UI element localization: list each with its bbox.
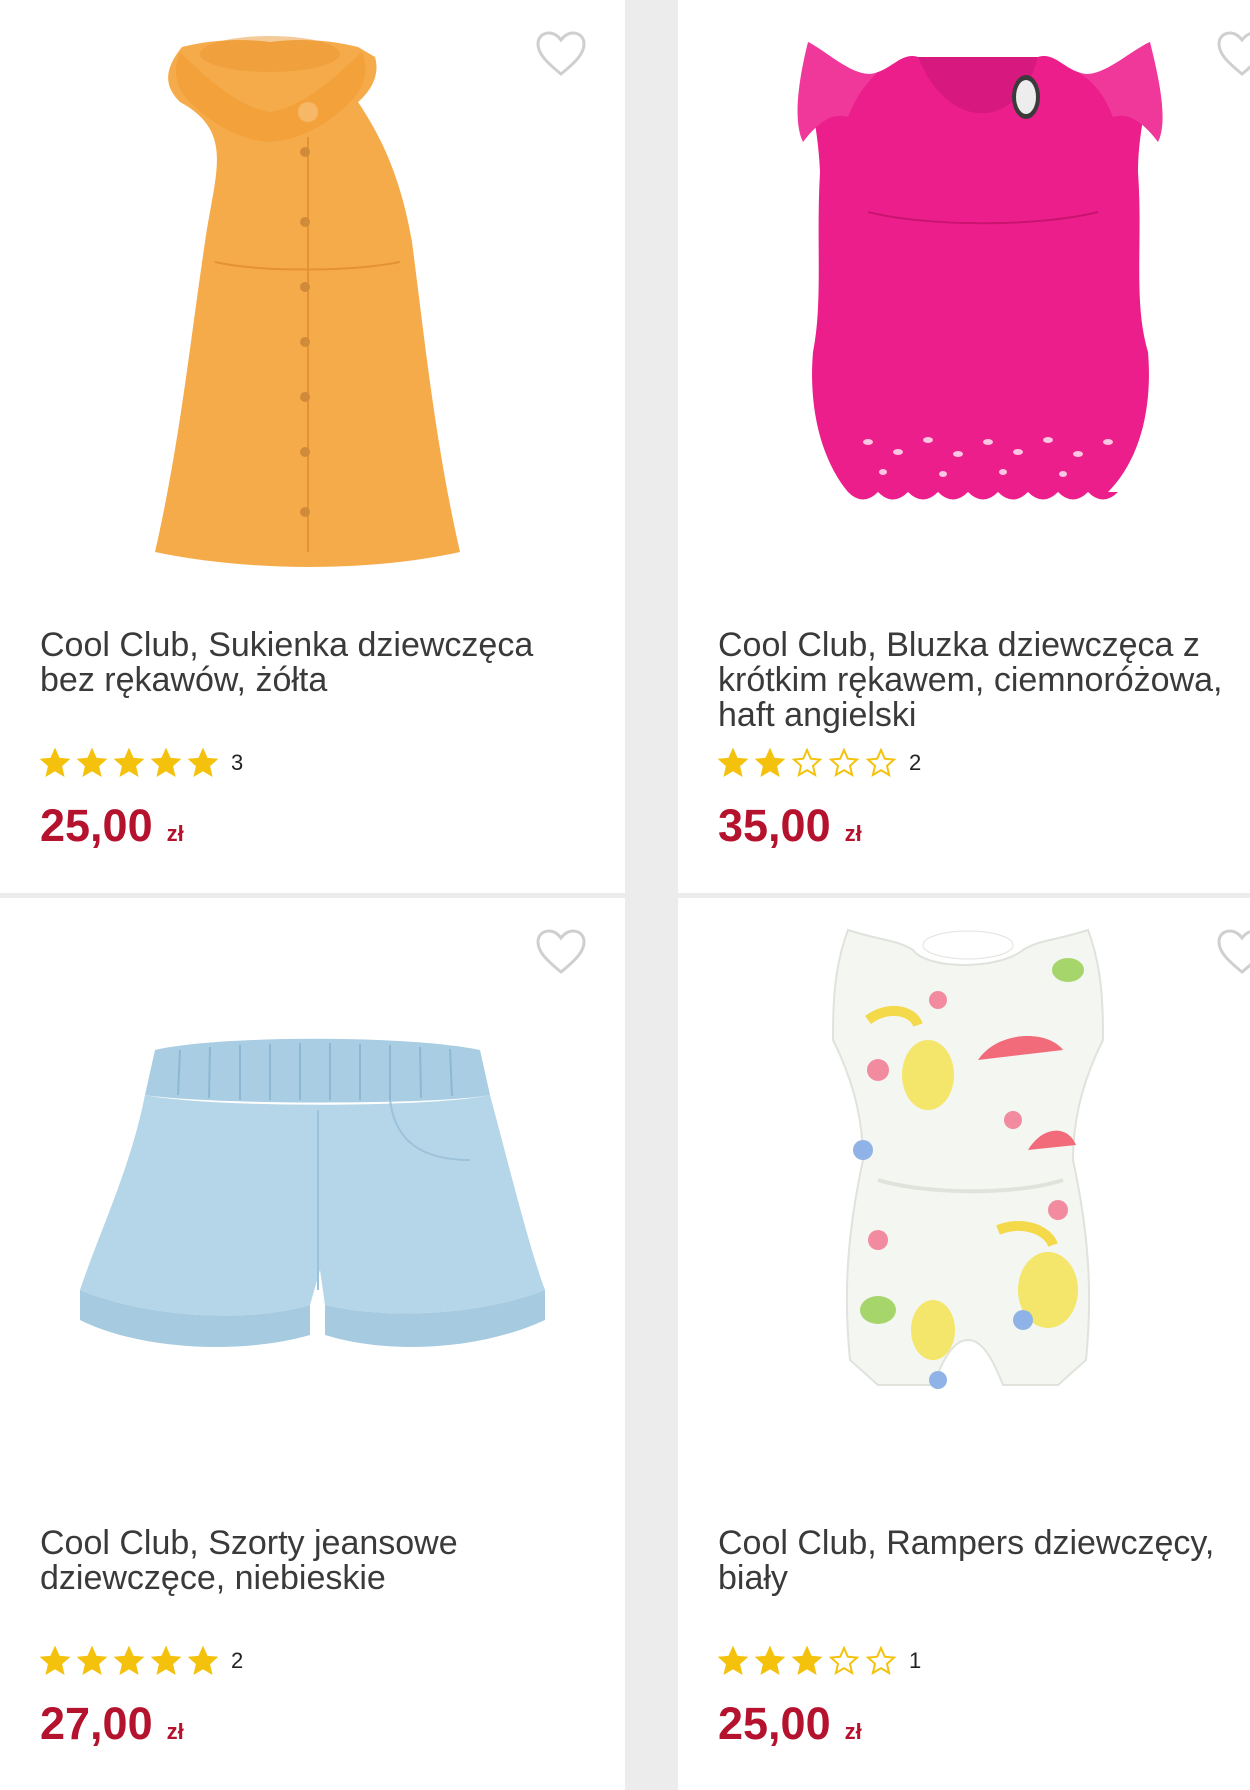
review-count: 2 xyxy=(231,1648,244,1673)
product-title[interactable]: Cool Club, Bluzka dziewczęca z krótkim r… xyxy=(718,628,1238,733)
yellow-dress-image[interactable] xyxy=(40,12,580,582)
price-currency: zł xyxy=(844,1719,862,1744)
star-filled-icon xyxy=(114,748,144,778)
star-filled-icon xyxy=(40,1646,70,1676)
product-price: 35,00 zł xyxy=(718,800,862,852)
heart-icon[interactable] xyxy=(1216,928,1250,976)
price-value: 25,00 xyxy=(40,800,153,851)
product-card[interactable]: Cool Club, Bluzka dziewczęca z krótkim r… xyxy=(678,0,1250,893)
star-filled-icon xyxy=(792,1646,822,1676)
price-value: 27,00 xyxy=(40,1698,153,1749)
rating-stars: 2 xyxy=(718,748,921,778)
star-empty-icon xyxy=(866,748,896,778)
star-filled-icon xyxy=(188,748,218,778)
star-empty-icon xyxy=(829,1646,859,1676)
review-count: 1 xyxy=(909,1648,922,1673)
star-filled-icon xyxy=(77,748,107,778)
price-value: 35,00 xyxy=(718,800,831,851)
product-card[interactable]: Cool Club, Sukienka dziewczęca bez rękaw… xyxy=(0,0,625,893)
star-filled-icon xyxy=(718,748,748,778)
heart-icon[interactable] xyxy=(1216,30,1250,78)
star-filled-icon xyxy=(755,748,785,778)
review-count: 2 xyxy=(909,750,922,775)
product-price: 25,00 zł xyxy=(40,800,184,852)
star-filled-icon xyxy=(40,748,70,778)
price-currency: zł xyxy=(844,821,862,846)
star-empty-icon xyxy=(829,748,859,778)
rating-stars: 3 xyxy=(40,748,243,778)
review-count: 3 xyxy=(231,750,244,775)
price-currency: zł xyxy=(166,1719,184,1744)
star-filled-icon xyxy=(77,1646,107,1676)
product-price: 25,00 zł xyxy=(718,1698,862,1750)
fruit-romper-image[interactable] xyxy=(818,910,1138,1480)
rating-stars: 2 xyxy=(40,1646,243,1676)
pink-blouse-image[interactable] xyxy=(788,12,1198,582)
product-title[interactable]: Cool Club, Rampers dziewczęcy, biały xyxy=(718,1526,1238,1596)
star-filled-icon xyxy=(151,748,181,778)
rating-stars: 1 xyxy=(718,1646,921,1676)
star-filled-icon xyxy=(188,1646,218,1676)
star-filled-icon xyxy=(151,1646,181,1676)
star-filled-icon xyxy=(114,1646,144,1676)
star-empty-icon xyxy=(866,1646,896,1676)
product-card[interactable]: Cool Club, Rampers dziewczęcy, biały 1 2… xyxy=(678,898,1250,1790)
denim-shorts-image[interactable] xyxy=(60,910,580,1480)
product-title[interactable]: Cool Club, Sukienka dziewczęca bez rękaw… xyxy=(40,628,560,698)
star-empty-icon xyxy=(792,748,822,778)
price-currency: zł xyxy=(166,821,184,846)
price-value: 25,00 xyxy=(718,1698,831,1749)
star-filled-icon xyxy=(755,1646,785,1676)
star-filled-icon xyxy=(718,1646,748,1676)
product-card[interactable]: Cool Club, Szorty jeansowe dziewczęce, n… xyxy=(0,898,625,1790)
product-title[interactable]: Cool Club, Szorty jeansowe dziewczęce, n… xyxy=(40,1526,560,1596)
product-price: 27,00 zł xyxy=(40,1698,184,1750)
